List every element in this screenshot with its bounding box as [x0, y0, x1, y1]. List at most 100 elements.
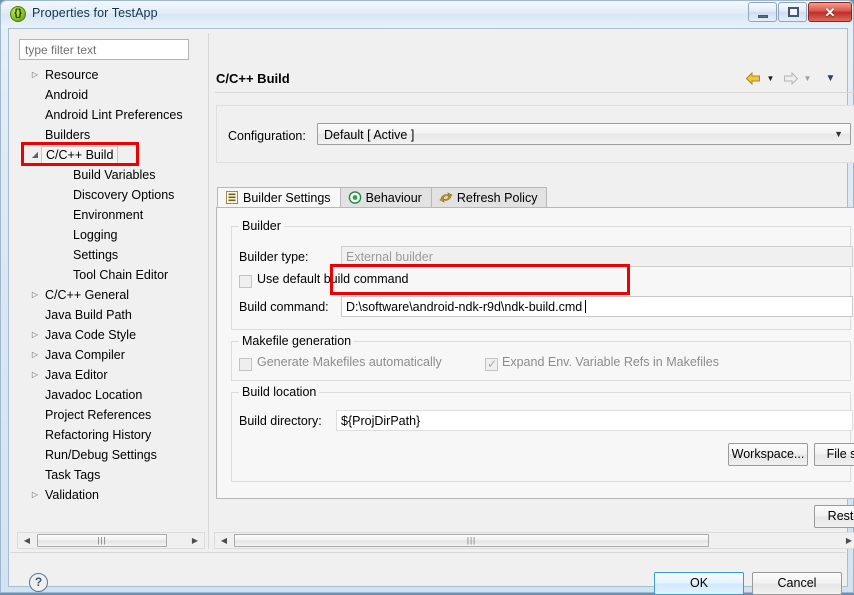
sidebar-item-javadoc-location[interactable]: Javadoc Location [17, 385, 205, 405]
title-separator [215, 92, 854, 93]
sidebar-item-resource[interactable]: ▷ Resource [17, 65, 205, 85]
tree-scrollbar-thumb[interactable]: ||| [37, 534, 167, 547]
builder-type-label: Builder type: [239, 250, 309, 264]
sidebar-item-c-c-general[interactable]: ▷ C/C++ General [17, 285, 205, 305]
sidebar-item-label: Project References [45, 408, 152, 422]
page-scroll-left-icon[interactable]: ◀ [216, 533, 232, 548]
maximize-icon [788, 7, 799, 17]
view-menu-caret-icon[interactable]: ▼ [825, 74, 836, 84]
forward-arrow-icon [784, 71, 799, 86]
sidebar-item-label: Java Build Path [45, 308, 132, 322]
page-scrollbar-thumb[interactable]: ||| [234, 534, 709, 547]
sidebar-item-label: Environment [73, 208, 144, 222]
sidebar-item-tool-chain-editor[interactable]: Tool Chain Editor [17, 265, 205, 285]
use-default-build-command-label: Use default build command [257, 272, 409, 286]
help-icon[interactable]: ? [29, 573, 48, 592]
builder-settings-panel: Builder Builder type: External builder U… [216, 207, 854, 499]
tree-scroll-right-icon[interactable]: ▶ [187, 533, 203, 548]
tree-collapsed-arrow-icon[interactable]: ▷ [29, 485, 41, 505]
back-arrow-icon[interactable] [745, 71, 762, 86]
sidebar-item-java-compiler[interactable]: ▷ Java Compiler [17, 345, 205, 365]
generate-makefiles-checkbox [239, 358, 252, 371]
checkmark-icon: ✓ [487, 357, 498, 371]
close-icon: ✕ [824, 5, 836, 20]
configuration-value: Default [ Active ] [324, 128, 415, 142]
sidebar-item-run-debug-settings[interactable]: Run/Debug Settings [17, 445, 205, 465]
sidebar-item-label: Discovery Options [73, 188, 175, 202]
properties-dialog-window: {} Properties for TestApp ✕ type filter … [0, 0, 854, 595]
restore-defaults-button[interactable]: Resto [814, 505, 854, 528]
page-title: C/C++ Build [216, 71, 290, 86]
sidebar-item-build-variables[interactable]: Build Variables [17, 165, 205, 185]
back-dropdown-caret-icon[interactable]: ▼ [765, 74, 776, 83]
sidebar-item-task-tags[interactable]: Task Tags [17, 465, 205, 485]
sidebar-item-java-editor[interactable]: ▷ Java Editor [17, 365, 205, 385]
sidebar-item-label: Run/Debug Settings [45, 448, 157, 462]
sidebar-item-label: Builders [45, 128, 91, 142]
list-lines-icon [225, 190, 239, 204]
tab-refresh-policy[interactable]: Refresh Policy [430, 187, 548, 208]
tree-collapsed-arrow-icon[interactable]: ▷ [29, 65, 41, 85]
sidebar-item-label: C/C++ Build [41, 146, 119, 164]
sidebar-item-label: Task Tags [45, 468, 101, 482]
sidebar-item-environment[interactable]: Environment [17, 205, 205, 225]
sidebar-item-discovery-options[interactable]: Discovery Options [17, 185, 205, 205]
forward-dropdown-caret-icon: ▼ [803, 74, 812, 83]
refresh-arrows-icon [439, 190, 453, 203]
file-system-button[interactable]: File s [814, 443, 854, 466]
sidebar-item-validation[interactable]: ▷ Validation [17, 485, 205, 505]
tab-label: Refresh Policy [456, 191, 538, 205]
tree-collapsed-arrow-icon[interactable]: ▷ [29, 325, 41, 345]
maximize-button[interactable] [778, 2, 807, 22]
sidebar-item-label: Resource [45, 68, 99, 82]
build-command-input[interactable]: D:\software\android-ndk-r9d\ndk-build.cm… [341, 296, 853, 317]
tab-behaviour[interactable]: Behaviour [339, 187, 432, 208]
sidebar-item-java-build-path[interactable]: Java Build Path [17, 305, 205, 325]
tree-horizontal-scrollbar[interactable]: ◀ ||| ▶ [17, 532, 205, 549]
window-title: Properties for TestApp [32, 6, 158, 20]
minimize-button[interactable] [748, 2, 777, 22]
footer-separator [10, 552, 846, 553]
sidebar-item-java-code-style[interactable]: ▷ Java Code Style [17, 325, 205, 345]
tree-collapsed-arrow-icon[interactable]: ▷ [29, 285, 41, 305]
window-titlebar[interactable]: {} Properties for TestApp ✕ [1, 1, 853, 28]
tree-expanded-arrow-icon[interactable]: ◢ [29, 145, 41, 165]
sidebar-item-refactoring-history[interactable]: Refactoring History [17, 425, 205, 445]
sidebar-item-label: Validation [45, 488, 99, 502]
sidebar-item-logging[interactable]: Logging [17, 225, 205, 245]
sidebar-item-android-lint-preferences[interactable]: Android Lint Preferences [17, 105, 205, 125]
settings-tabs[interactable]: Builder Settings Behaviour Refresh Policy [217, 187, 617, 208]
sidebar-item-c-c-build[interactable]: ◢ C/C++ Build [17, 145, 205, 165]
page-horizontal-scrollbar[interactable]: ◀ ||| ▶ [214, 532, 854, 549]
build-directory-input[interactable]: ${ProjDirPath} [336, 410, 853, 431]
makefile-group-caption: Makefile generation [239, 334, 355, 348]
workspace-button[interactable]: Workspace... [728, 443, 808, 466]
configuration-combo[interactable]: Default [ Active ] ▼ [317, 123, 851, 145]
dialog-client-area: type filter text ▷ Resource Android Android… [8, 28, 854, 595]
settings-tree[interactable]: ▷ Resource Android Android Lint Preferences… [17, 65, 205, 527]
sidebar-item-label: Javadoc Location [45, 388, 143, 402]
minimize-icon [758, 15, 768, 18]
filter-input[interactable]: type filter text [19, 39, 189, 60]
sidebar-item-settings[interactable]: Settings [17, 245, 205, 265]
ok-button[interactable]: OK [654, 572, 744, 595]
sidebar-item-project-references[interactable]: Project References [17, 405, 205, 425]
tab-label: Builder Settings [243, 191, 331, 205]
pane-divider [208, 33, 209, 549]
build-command-label: Build command: [239, 300, 329, 314]
build-location-group: Build location [231, 385, 851, 482]
use-default-build-command-checkbox[interactable] [239, 275, 252, 288]
build-location-caption: Build location [239, 385, 320, 399]
generate-makefiles-label: Generate Makefiles automatically [257, 355, 442, 369]
sidebar-item-android[interactable]: Android [17, 85, 205, 105]
tree-scroll-left-icon[interactable]: ◀ [19, 533, 35, 548]
tab-builder-settings[interactable]: Builder Settings [217, 187, 341, 208]
chevron-down-icon: ▼ [834, 129, 843, 139]
tree-collapsed-arrow-icon[interactable]: ▷ [29, 345, 41, 365]
sidebar-item-builders[interactable]: Builders [17, 125, 205, 145]
tree-collapsed-arrow-icon[interactable]: ▷ [29, 365, 41, 385]
page-scroll-right-icon[interactable]: ▶ [841, 533, 854, 548]
close-button[interactable]: ✕ [808, 2, 852, 22]
cancel-button[interactable]: Cancel [752, 572, 842, 595]
build-directory-label: Build directory: [239, 414, 322, 428]
